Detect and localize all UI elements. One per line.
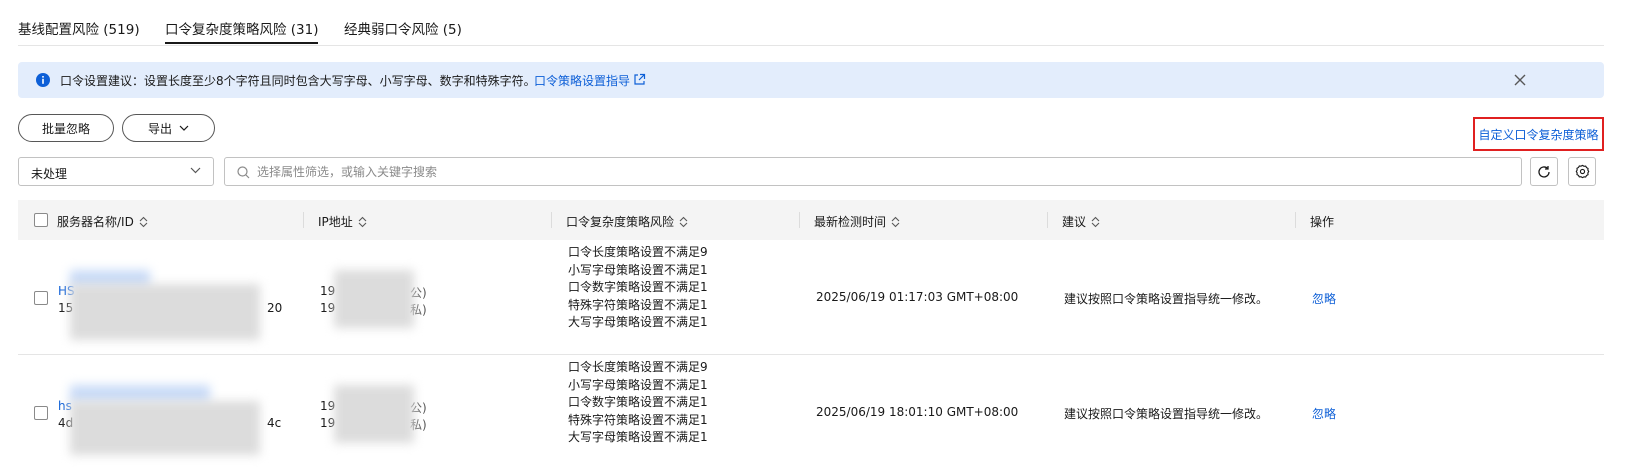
risk-item: 小写字母策略设置不满足1 bbox=[568, 262, 708, 277]
status-select-value: 未处理 bbox=[31, 167, 68, 181]
column-header-advice[interactable]: 建议 bbox=[1062, 213, 1100, 230]
tab-password-complexity-risk[interactable]: 口令复杂度策略风险 (31) bbox=[165, 18, 319, 38]
table-row: hs 4d 4c 19 公) 19 私) 口令长度策略设置不满足9 小写字母策略… bbox=[18, 355, 1604, 471]
risk-item: 口令长度策略设置不满足9 bbox=[568, 245, 708, 259]
column-divider bbox=[1047, 212, 1048, 228]
redacted-ip bbox=[334, 270, 414, 328]
sort-icon[interactable] bbox=[358, 216, 367, 228]
row-checkbox[interactable] bbox=[34, 406, 48, 420]
server-id-suffix: 20 bbox=[267, 301, 283, 315]
settings-button[interactable] bbox=[1568, 157, 1596, 186]
column-header-ip[interactable]: IP地址 bbox=[318, 213, 367, 230]
export-button[interactable]: 导出 bbox=[122, 114, 215, 142]
refresh-button[interactable] bbox=[1530, 157, 1558, 186]
alert-message: 口令设置建议：设置长度至少8个字符且同时包含大写字母、小写字母、数字和特殊字符。 bbox=[60, 74, 536, 88]
detect-time: 2025/06/19 01:17:03 GMT+08:00 bbox=[816, 290, 1019, 304]
sort-icon[interactable] bbox=[1091, 216, 1100, 228]
password-advice-alert: 口令设置建议：设置长度至少8个字符且同时包含大写字母、小写字母、数字和特殊字符。… bbox=[18, 62, 1604, 98]
status-select[interactable]: 未处理 bbox=[18, 157, 214, 186]
risk-item: 口令数字策略设置不满足1 bbox=[568, 280, 708, 294]
ip-public-prefix: 19 bbox=[320, 399, 336, 413]
detect-time: 2025/06/19 18:01:10 GMT+08:00 bbox=[816, 405, 1019, 419]
info-icon bbox=[36, 73, 50, 87]
tab-baseline-risk[interactable]: 基线配置风险 (519) bbox=[18, 18, 140, 38]
table-row: HS 15 20 19 公) 19 私) 口令长度策略设置不满足9 小写字母策略… bbox=[18, 240, 1604, 355]
chevron-down-icon bbox=[179, 125, 189, 131]
search-input[interactable] bbox=[257, 162, 1497, 182]
risk-item: 特殊字符策略设置不满足1 bbox=[568, 412, 708, 427]
risk-item: 大写字母策略设置不满足1 bbox=[568, 315, 708, 329]
tab-weak-password-risk[interactable]: 经典弱口令风险 (5) bbox=[344, 18, 462, 38]
server-id-suffix: 4c bbox=[267, 416, 282, 430]
search-box bbox=[224, 157, 1522, 186]
column-header-action: 操作 bbox=[1310, 215, 1335, 229]
column-header-server[interactable]: 服务器名称/ID bbox=[57, 213, 148, 230]
redacted-server-id bbox=[70, 401, 260, 455]
ip-public-prefix: 19 bbox=[320, 284, 336, 298]
settings-icon bbox=[1575, 164, 1589, 179]
search-icon bbox=[237, 166, 250, 179]
active-tab-indicator bbox=[165, 42, 318, 44]
column-header-detect-time[interactable]: 最新检测时间 bbox=[814, 213, 900, 230]
risk-item: 口令长度策略设置不满足9 bbox=[568, 360, 708, 374]
column-divider bbox=[303, 212, 304, 228]
row-checkbox[interactable] bbox=[34, 291, 48, 305]
risk-item: 小写字母策略设置不满足1 bbox=[568, 377, 708, 392]
risk-item: 大写字母策略设置不满足1 bbox=[568, 430, 708, 444]
export-label: 导出 bbox=[147, 121, 172, 136]
column-divider bbox=[799, 212, 800, 228]
table-header: 服务器名称/ID IP地址 口令复杂度策略风险 最新检测时间 建议 操作 bbox=[18, 200, 1604, 240]
ignore-action-link[interactable]: 忽略 bbox=[1312, 405, 1336, 422]
ip-private-prefix: 19 bbox=[320, 301, 336, 315]
risk-item: 特殊字符策略设置不满足1 bbox=[568, 297, 708, 312]
risk-item: 口令数字策略设置不满足1 bbox=[568, 395, 708, 409]
batch-ignore-button[interactable]: 批量忽略 bbox=[18, 114, 114, 142]
close-icon[interactable] bbox=[1512, 72, 1528, 88]
column-divider bbox=[551, 212, 552, 228]
sort-icon[interactable] bbox=[891, 216, 900, 228]
advice-text: 建议按照口令策略设置指导统一修改。 bbox=[1064, 407, 1269, 421]
advice-text: 建议按照口令策略设置指导统一修改。 bbox=[1064, 292, 1269, 306]
risk-tabs: 基线配置风险 (519) 口令复杂度策略风险 (31) 经典弱口令风险 (5) bbox=[18, 0, 1604, 46]
ignore-action-link[interactable]: 忽略 bbox=[1312, 290, 1336, 307]
ip-private-prefix: 19 bbox=[320, 416, 336, 430]
select-all-checkbox[interactable] bbox=[34, 213, 48, 227]
column-divider bbox=[1295, 212, 1296, 228]
column-header-risk[interactable]: 口令复杂度策略风险 bbox=[566, 213, 688, 230]
refresh-icon bbox=[1538, 165, 1550, 178]
custom-complexity-policy-link[interactable]: 自定义口令复杂度策略 bbox=[1473, 117, 1604, 151]
policy-guide-link[interactable]: 口令策略设置指导 bbox=[534, 72, 630, 89]
redacted-ip bbox=[334, 385, 414, 443]
batch-ignore-label: 批量忽略 bbox=[41, 121, 90, 136]
sort-icon[interactable] bbox=[139, 216, 148, 228]
external-link-icon[interactable] bbox=[633, 73, 646, 86]
sort-icon[interactable] bbox=[679, 216, 688, 228]
redacted-server-id bbox=[70, 284, 260, 340]
chevron-down-icon bbox=[190, 167, 201, 174]
